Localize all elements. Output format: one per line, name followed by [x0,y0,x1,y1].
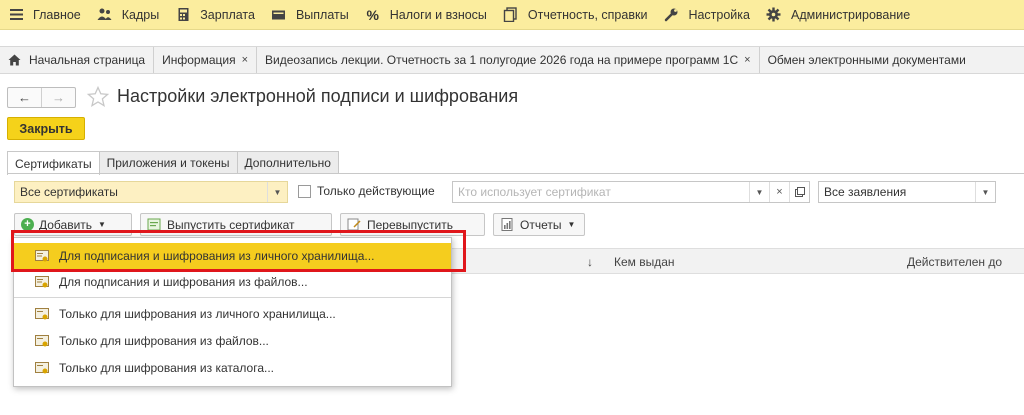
menu-item-label: Только для шифрования из личного хранили… [59,307,336,321]
menu-item-payments[interactable]: Выплаты [263,0,357,29]
chevron-down-icon[interactable]: ▼ [267,182,287,202]
applications-filter-value: Все заявления [824,185,907,199]
chevron-down-icon: ▼ [567,220,576,229]
only-active-checkbox[interactable] [298,185,311,198]
open-tabs-bar: Начальная страница Информация × Видеозап… [0,46,1024,74]
form-tabs: Сертификаты Приложения и токены Дополнит… [7,151,339,175]
chevron-down-icon: ▼ [98,220,106,229]
forward-button[interactable]: → [41,88,75,107]
close-icon[interactable]: × [242,54,248,66]
main-menu-bar: Главное Кадры Зарплата Выплаты % Налоги … [0,0,1024,30]
certificate-icon [35,334,49,348]
percent-icon: % [366,6,379,23]
wrench-icon [662,7,680,23]
certificates-filter-select[interactable]: Все сертификаты ▼ [14,181,288,203]
only-active-label: Только действующие [317,184,435,198]
chevron-down-icon[interactable]: ▼ [975,182,995,202]
history-nav: ← → [7,87,76,108]
tab-label: Видеозапись лекции. Отчетность за 1 полу… [265,53,739,67]
menu-item-main[interactable]: Главное [0,0,89,29]
tab-certificates[interactable]: Сертификаты [7,151,100,175]
favorite-star-icon[interactable] [86,85,110,109]
certificate-icon [35,361,49,375]
menu-item-label: Налоги и взносы [389,7,487,22]
sort-arrow-icon[interactable]: ↓ [587,255,593,269]
back-button[interactable]: ← [8,88,41,107]
menu-item-label: Кадры [121,7,160,22]
page-title: Настройки электронной подписи и шифрован… [117,86,519,106]
tab-label: Обмен электронными документами [767,53,966,67]
menu-item-taxes[interactable]: % Налоги и взносы [357,0,495,29]
certificate-icon [35,307,49,321]
certificate-user-input[interactable]: Кто использует сертификат ▼ × [452,181,810,203]
tab-video-lecture[interactable]: Видеозапись лекции. Отчетность за 1 полу… [257,47,760,73]
people-icon [96,7,114,23]
menu-item-label: Главное [33,7,81,22]
menu-item-encrypt-catalog[interactable]: Только для шифрования из каталога... [14,355,451,381]
close-icon[interactable]: × [744,54,750,66]
open-icon[interactable] [789,182,809,202]
tabs-divider [7,173,1024,174]
reports-button[interactable]: Отчеты ▼ [493,213,585,236]
gear-icon [765,7,783,23]
tab-label: Информация [162,53,236,67]
applications-filter-select[interactable]: Все заявления ▼ [818,181,996,203]
menu-item-salary[interactable]: Зарплата [167,0,263,29]
menu-item-sign-encrypt-files[interactable]: Для подписания и шифрования из файлов... [14,269,451,295]
highlight-frame [11,230,466,272]
tab-apps-tokens[interactable]: Приложения и токены [98,151,238,174]
menu-lines-icon [7,7,25,23]
tab-label: Начальная страница [29,53,146,67]
menu-item-admin[interactable]: Администрирование [758,0,918,29]
chevron-down-icon[interactable]: ▼ [749,182,769,202]
menu-item-label: Настройка [688,7,750,22]
home-icon [8,54,21,66]
reports-label: Отчеты [520,217,562,232]
tab-information[interactable]: Информация × [154,47,258,73]
menu-item-label: Для подписания и шифрования из файлов... [59,275,308,289]
menu-item-settings[interactable]: Настройка [655,0,758,29]
menu-item-label: Только для шифрования из файлов... [59,334,269,348]
certificates-filter-value: Все сертификаты [20,185,118,199]
menu-item-label: Зарплата [200,7,255,22]
menu-item-label: Только для шифрования из каталога... [59,361,275,375]
certificates-table-header: ↓ Кем выдан Действителен до [452,248,1024,274]
menu-item-label: Выплаты [295,7,349,22]
certificate-user-placeholder: Кто использует сертификат [458,185,611,199]
menu-separator [14,297,451,298]
tab-additional[interactable]: Дополнительно [236,151,339,174]
documents-icon [502,7,520,23]
column-valid-until[interactable]: Действителен до [907,255,1002,269]
tab-edo[interactable]: Обмен электронными документами [760,47,974,73]
clear-icon[interactable]: × [769,182,789,202]
wallet-icon [270,7,288,23]
calculator-icon [174,7,192,23]
menu-item-encrypt-files[interactable]: Только для шифрования из файлов... [14,328,451,354]
certificate-icon [35,275,49,289]
close-button[interactable]: Закрыть [7,117,85,140]
menu-item-reports[interactable]: Отчетность, справки [495,0,656,29]
report-icon [500,218,514,231]
menu-item-encrypt-personal-store[interactable]: Только для шифрования из личного хранили… [14,301,451,327]
tab-home[interactable]: Начальная страница [0,47,155,73]
column-issued-by[interactable]: Кем выдан [614,255,675,269]
menu-item-staff[interactable]: Кадры [89,0,167,29]
menu-item-label: Администрирование [790,7,911,22]
menu-item-label: Отчетность, справки [527,7,648,22]
